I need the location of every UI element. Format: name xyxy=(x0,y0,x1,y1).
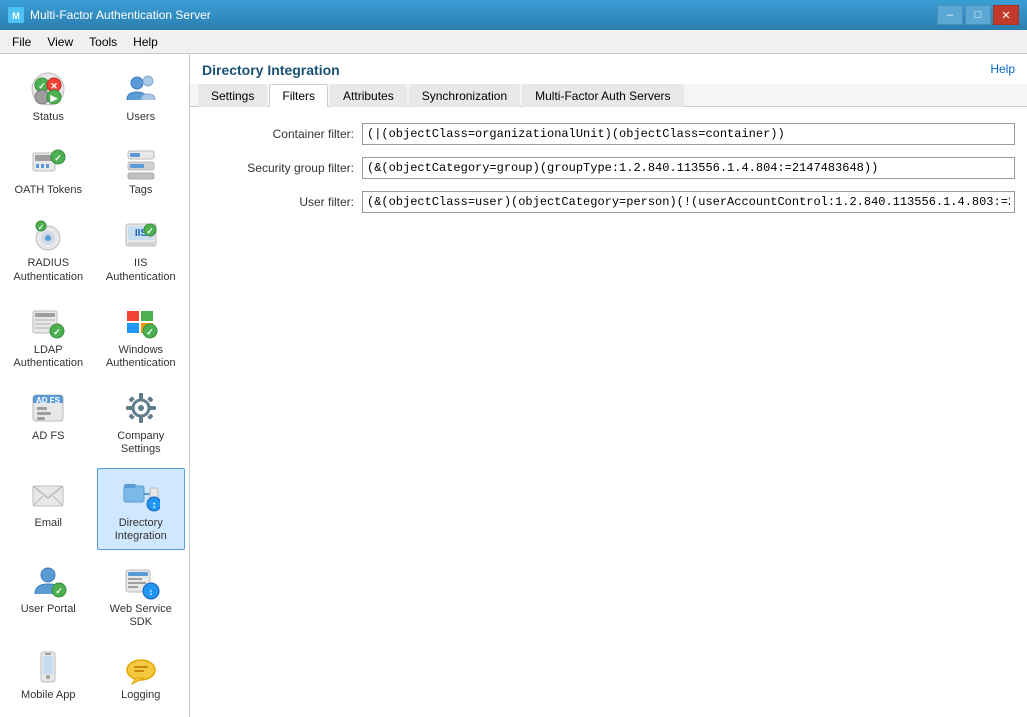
email-icon xyxy=(28,475,68,515)
sidebar-item-users[interactable]: Users xyxy=(97,62,186,131)
filters-form: Container filter: Security group filter:… xyxy=(190,107,1027,717)
sidebar-item-iis[interactable]: IIS ✓ IIS Authentication xyxy=(97,208,186,290)
sidebar-item-iis-label: IIS Authentication xyxy=(102,257,181,283)
container-filter-row: Container filter: xyxy=(202,123,1015,145)
title-bar-left: M Multi-Factor Authentication Server xyxy=(8,7,211,23)
sidebar-item-windows[interactable]: ✓ Windows Authentication xyxy=(97,295,186,377)
content-area: Directory Integration Help Settings Filt… xyxy=(190,54,1027,717)
tab-synchronization[interactable]: Synchronization xyxy=(409,84,520,107)
svg-text:▶: ▶ xyxy=(50,93,59,103)
window-title: Multi-Factor Authentication Server xyxy=(30,8,211,22)
adfs-icon: AD FS xyxy=(28,388,68,428)
maximize-button[interactable]: □ xyxy=(965,5,991,25)
ldap-icon: ✓ xyxy=(28,302,68,342)
menu-bar: File View Tools Help xyxy=(0,30,1027,54)
sidebar-grid: ✓ ✕ ▶ Status xyxy=(4,62,185,709)
sidebar-item-tags[interactable]: Tags xyxy=(97,135,186,204)
user-filter-input[interactable] xyxy=(362,191,1015,213)
status-icon: ✓ ✕ ▶ xyxy=(28,69,68,109)
container-filter-input[interactable] xyxy=(362,123,1015,145)
radius-icon: ✓ xyxy=(28,215,68,255)
sidebar-item-tags-label: Tags xyxy=(129,184,152,197)
content-title: Directory Integration xyxy=(202,62,340,78)
windows-icon: ✓ xyxy=(121,302,161,342)
security-group-filter-row: Security group filter: xyxy=(202,157,1015,179)
user-portal-icon: ✓ xyxy=(28,561,68,601)
sidebar-item-radius[interactable]: ✓ RADIUS Authentication xyxy=(4,208,93,290)
sidebar-item-ldap[interactable]: ✓ LDAP Authentication xyxy=(4,295,93,377)
sidebar-item-web-sdk-label: Web Service SDK xyxy=(102,603,181,629)
directory-icon: ↕ xyxy=(121,475,161,515)
sidebar-item-email-label: Email xyxy=(34,517,62,530)
sidebar-item-directory[interactable]: ↕ Directory Integration xyxy=(97,468,186,550)
help-link[interactable]: Help xyxy=(990,62,1015,76)
svg-text:AD FS: AD FS xyxy=(36,396,61,405)
sidebar-item-mobile-app[interactable]: Mobile App xyxy=(4,640,93,709)
sidebar-item-windows-label: Windows Authentication xyxy=(102,344,181,370)
svg-text:↕: ↕ xyxy=(149,587,154,597)
sidebar-item-web-sdk[interactable]: ↕ Web Service SDK xyxy=(97,554,186,636)
oath-icon: ✓ xyxy=(28,142,68,182)
mobile-app-icon xyxy=(28,647,68,687)
sidebar-item-logging[interactable]: Logging xyxy=(97,640,186,709)
menu-file[interactable]: File xyxy=(4,31,39,53)
sidebar-item-email[interactable]: Email xyxy=(4,468,93,550)
window-controls: – □ ✕ xyxy=(937,5,1019,25)
container-filter-label: Container filter: xyxy=(202,127,362,141)
tab-bar: Settings Filters Attributes Synchronizat… xyxy=(190,84,1027,107)
svg-text:✓: ✓ xyxy=(54,153,62,163)
tab-settings[interactable]: Settings xyxy=(198,84,267,107)
sidebar-item-user-portal-label: User Portal xyxy=(21,603,76,616)
sidebar-item-company-settings[interactable]: Company Settings xyxy=(97,381,186,463)
security-group-filter-label: Security group filter: xyxy=(202,161,362,175)
svg-text:✓: ✓ xyxy=(146,327,154,337)
sidebar-item-logging-label: Logging xyxy=(121,689,160,702)
sidebar-item-oath-tokens[interactable]: ✓ OATH Tokens xyxy=(4,135,93,204)
user-filter-row: User filter: xyxy=(202,191,1015,213)
security-group-filter-input[interactable] xyxy=(362,157,1015,179)
sidebar-item-mobile-label: Mobile App xyxy=(21,689,75,702)
tab-filters[interactable]: Filters xyxy=(269,84,328,107)
svg-text:✓: ✓ xyxy=(38,223,45,232)
tags-icon xyxy=(121,142,161,182)
sidebar-item-status-label: Status xyxy=(33,111,64,124)
svg-text:✓: ✓ xyxy=(146,226,154,236)
sidebar-item-adfs[interactable]: AD FS AD FS xyxy=(4,381,93,463)
app-icon: M xyxy=(8,7,24,23)
sidebar: ✓ ✕ ▶ Status xyxy=(0,54,190,717)
users-icon xyxy=(121,69,161,109)
sidebar-item-radius-label: RADIUS Authentication xyxy=(9,257,88,283)
main-layout: ✓ ✕ ▶ Status xyxy=(0,54,1027,717)
title-bar: M Multi-Factor Authentication Server – □… xyxy=(0,0,1027,30)
content-header: Directory Integration Help xyxy=(190,54,1027,84)
sidebar-item-status[interactable]: ✓ ✕ ▶ Status xyxy=(4,62,93,131)
svg-text:✓: ✓ xyxy=(53,327,61,337)
sidebar-item-users-label: Users xyxy=(126,111,155,124)
web-sdk-icon: ↕ xyxy=(121,561,161,601)
tab-mfa-servers[interactable]: Multi-Factor Auth Servers xyxy=(522,84,683,107)
logging-icon xyxy=(121,647,161,687)
menu-tools[interactable]: Tools xyxy=(81,31,125,53)
tab-attributes[interactable]: Attributes xyxy=(330,84,407,107)
close-button[interactable]: ✕ xyxy=(993,5,1019,25)
menu-view[interactable]: View xyxy=(39,31,81,53)
svg-text:↕: ↕ xyxy=(151,500,156,511)
svg-text:M: M xyxy=(12,11,20,21)
sidebar-item-adfs-label: AD FS xyxy=(32,430,64,443)
svg-text:✓: ✓ xyxy=(55,586,63,596)
sidebar-item-directory-label: Directory Integration xyxy=(102,517,181,543)
menu-help[interactable]: Help xyxy=(125,31,166,53)
sidebar-item-oath-label: OATH Tokens xyxy=(15,184,82,197)
company-settings-icon xyxy=(121,388,161,428)
user-filter-label: User filter: xyxy=(202,195,362,209)
sidebar-item-company-label: Company Settings xyxy=(102,430,181,456)
minimize-button[interactable]: – xyxy=(937,5,963,25)
iis-icon: IIS ✓ xyxy=(121,215,161,255)
sidebar-item-ldap-label: LDAP Authentication xyxy=(9,344,88,370)
sidebar-item-user-portal[interactable]: ✓ User Portal xyxy=(4,554,93,636)
